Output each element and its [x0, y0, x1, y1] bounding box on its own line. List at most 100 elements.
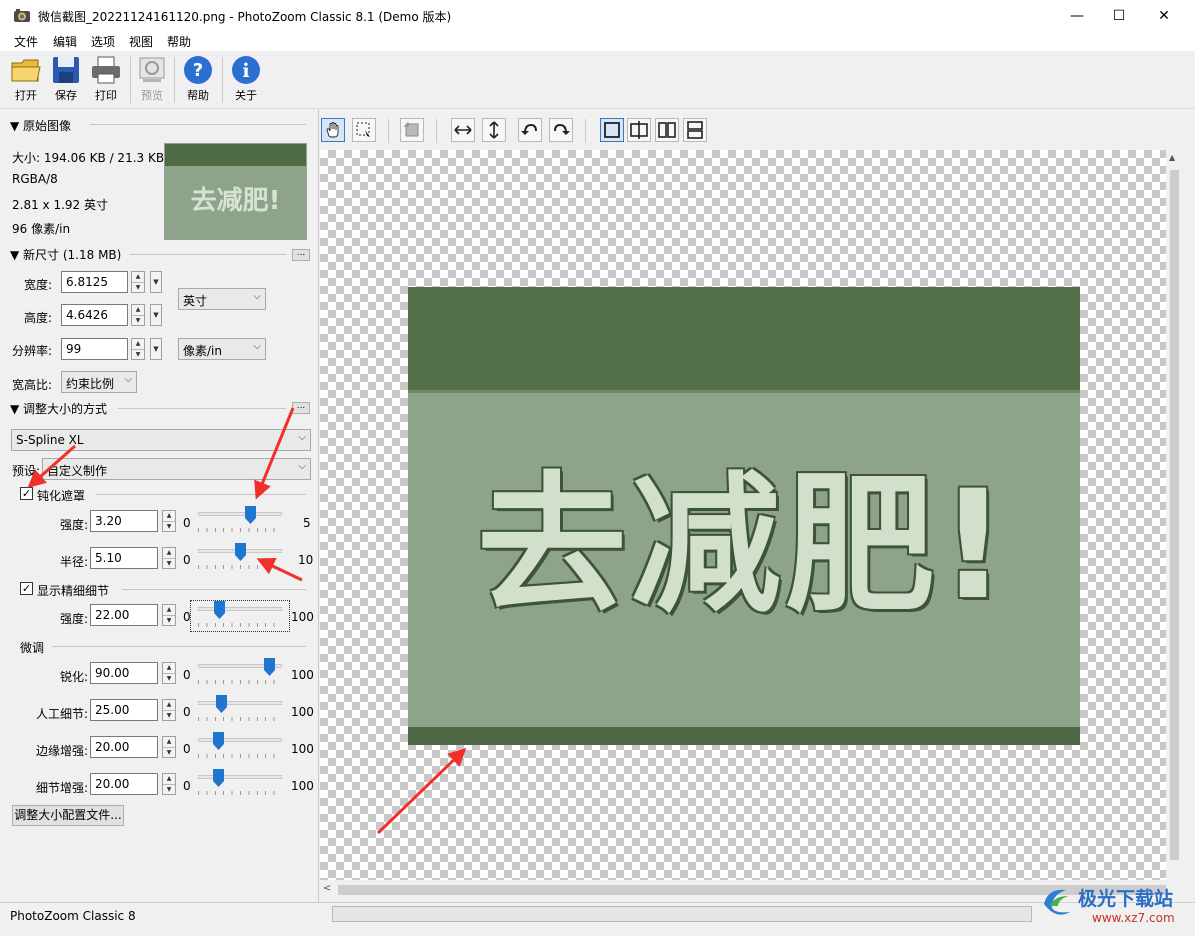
stacked-view-button[interactable] [683, 118, 707, 142]
width-input[interactable]: 6.8125 [61, 271, 128, 293]
sharpen-input[interactable]: 90.00 [90, 662, 158, 684]
horizontal-arrows-icon [454, 125, 472, 135]
help-button[interactable]: ? 帮助 [178, 55, 218, 107]
side-by-side-button[interactable] [655, 118, 679, 142]
selection-icon [356, 122, 370, 137]
open-button[interactable]: 打开 [6, 55, 46, 107]
preset-select[interactable]: 自定义制作 ⌵ [42, 458, 311, 480]
select-tool-button[interactable] [352, 118, 376, 142]
width-dropdown[interactable]: ▼ [150, 271, 162, 293]
slider-ticks [198, 717, 282, 721]
slider-thumb[interactable] [264, 658, 275, 676]
hand-tool-button[interactable] [321, 118, 345, 142]
sharpen-min: 0 [183, 668, 191, 682]
new-size-more-button[interactable]: ... [292, 249, 310, 261]
fine-detail-checkbox[interactable]: ✓ [20, 582, 33, 595]
slider-thumb[interactable] [216, 695, 227, 713]
detail-enhance-input[interactable]: 20.00 [90, 773, 158, 795]
status-text: PhotoZoom Classic 8 [10, 909, 136, 923]
preview-canvas[interactable]: 去减肥! [320, 150, 1166, 880]
unit-select[interactable]: 英寸 ⌵ [178, 288, 266, 310]
unit-select-value: 英寸 [183, 294, 208, 308]
fine-detail-strength-input[interactable]: 22.00 [90, 604, 158, 626]
vertical-scroll-thumb[interactable] [1170, 170, 1179, 860]
crop-tool-button[interactable] [400, 118, 424, 142]
unsharp-strength-spinner[interactable]: ▲ ▼ [162, 510, 176, 532]
sharpen-slider[interactable] [198, 658, 282, 686]
slider-thumb[interactable] [214, 601, 225, 619]
slider-thumb[interactable] [213, 732, 224, 750]
resize-method-more-button[interactable]: ... [292, 402, 310, 414]
rotate-right-button[interactable] [549, 118, 573, 142]
maximize-button[interactable]: ☐ [1096, 0, 1142, 31]
edge-enhance-spinner[interactable]: ▲ ▼ [162, 736, 176, 758]
unsharp-radius-spinner[interactable]: ▲ ▼ [162, 547, 176, 569]
preset-label: 预设: [12, 464, 41, 478]
unsharp-radius-input[interactable]: 5.10 [90, 547, 158, 569]
unsharp-mask-checkbox[interactable]: ✓ [20, 487, 33, 500]
new-size-header[interactable]: ▼ 新尺寸 (1.18 MB) [10, 246, 121, 263]
scroll-left-icon[interactable]: < [323, 883, 331, 894]
section-divider [96, 494, 306, 495]
edge-enhance-input[interactable]: 20.00 [90, 736, 158, 758]
slider-ticks [198, 680, 282, 684]
single-view-button[interactable] [600, 118, 624, 142]
width-spinner[interactable]: ▲ ▼ [131, 271, 145, 293]
fit-width-button[interactable] [451, 118, 475, 142]
rotate-left-button[interactable] [518, 118, 542, 142]
about-button[interactable]: i 关于 [226, 55, 266, 107]
resize-profile-button[interactable]: 调整大小配置文件... [12, 805, 124, 826]
resolution-dropdown[interactable]: ▼ [150, 338, 162, 360]
resize-method-header[interactable]: ▼ 调整大小的方式 [10, 400, 107, 417]
slider-thumb[interactable] [213, 769, 224, 787]
chevron-down-icon: ⌵ [253, 291, 261, 302]
detail-enhance-spinner[interactable]: ▲ ▼ [162, 773, 176, 795]
unsharp-radius-max: 10 [298, 553, 314, 567]
print-button[interactable]: 打印 [86, 55, 126, 107]
resolution-input[interactable]: 99 [61, 338, 128, 360]
height-input[interactable]: 4.6426 [61, 304, 128, 326]
menu-edit[interactable]: 编辑 [53, 33, 77, 50]
fit-height-button[interactable] [482, 118, 506, 142]
crop-icon [404, 122, 419, 137]
unsharp-strength-input[interactable]: 3.20 [90, 510, 158, 532]
fine-detail-strength-spinner[interactable]: ▲ ▼ [162, 604, 176, 626]
menu-help[interactable]: 帮助 [167, 33, 191, 50]
save-button[interactable]: 保存 [46, 55, 86, 107]
toolbar-separator [174, 57, 175, 103]
height-spinner[interactable]: ▲ ▼ [131, 304, 145, 326]
unsharp-radius-slider[interactable] [198, 543, 282, 571]
resolution-spinner[interactable]: ▲ ▼ [131, 338, 145, 360]
minimize-button[interactable]: — [1054, 0, 1100, 31]
menu-file[interactable]: 文件 [14, 33, 38, 50]
menu-options[interactable]: 选项 [91, 33, 115, 50]
slider-thumb[interactable] [235, 543, 246, 561]
fine-detail-slider[interactable] [198, 601, 282, 629]
artifact-detail-input[interactable]: 25.00 [90, 699, 158, 721]
slider-thumb[interactable] [245, 506, 256, 524]
menu-view[interactable]: 视图 [129, 33, 153, 50]
thumbnail-text: 去减肥! [190, 186, 281, 216]
sharpen-spinner[interactable]: ▲ ▼ [162, 662, 176, 684]
original-image-header[interactable]: ▼ 原始图像 [10, 117, 71, 134]
unsharp-strength-slider[interactable] [198, 506, 282, 534]
unsharp-radius-label: 半径: [60, 555, 89, 569]
unsharp-radius-min: 0 [183, 553, 191, 567]
height-dropdown[interactable]: ▼ [150, 304, 162, 326]
vertical-arrows-icon [489, 121, 499, 139]
edge-enhance-slider[interactable] [198, 732, 282, 760]
close-button[interactable]: ✕ [1141, 0, 1187, 31]
rotate-left-icon [521, 123, 537, 135]
split-view-button[interactable] [627, 118, 651, 142]
method-select[interactable]: S-Spline XL ⌵ [11, 429, 311, 451]
vertical-scrollbar[interactable]: ▲ [1166, 150, 1183, 880]
scroll-up-icon[interactable]: ▲ [1169, 153, 1175, 162]
watermark-brand: 极光下载站 [1078, 888, 1174, 910]
artifact-detail-spinner[interactable]: ▲ ▼ [162, 699, 176, 721]
detail-enhance-slider[interactable] [198, 769, 282, 797]
resolution-unit-value: 像素/in [183, 344, 222, 358]
preview-button[interactable]: 预览 [132, 55, 172, 107]
aspect-select[interactable]: 约束比例 ⌵ [61, 371, 137, 393]
resolution-unit-select[interactable]: 像素/in ⌵ [178, 338, 266, 360]
artifact-detail-slider[interactable] [198, 695, 282, 723]
